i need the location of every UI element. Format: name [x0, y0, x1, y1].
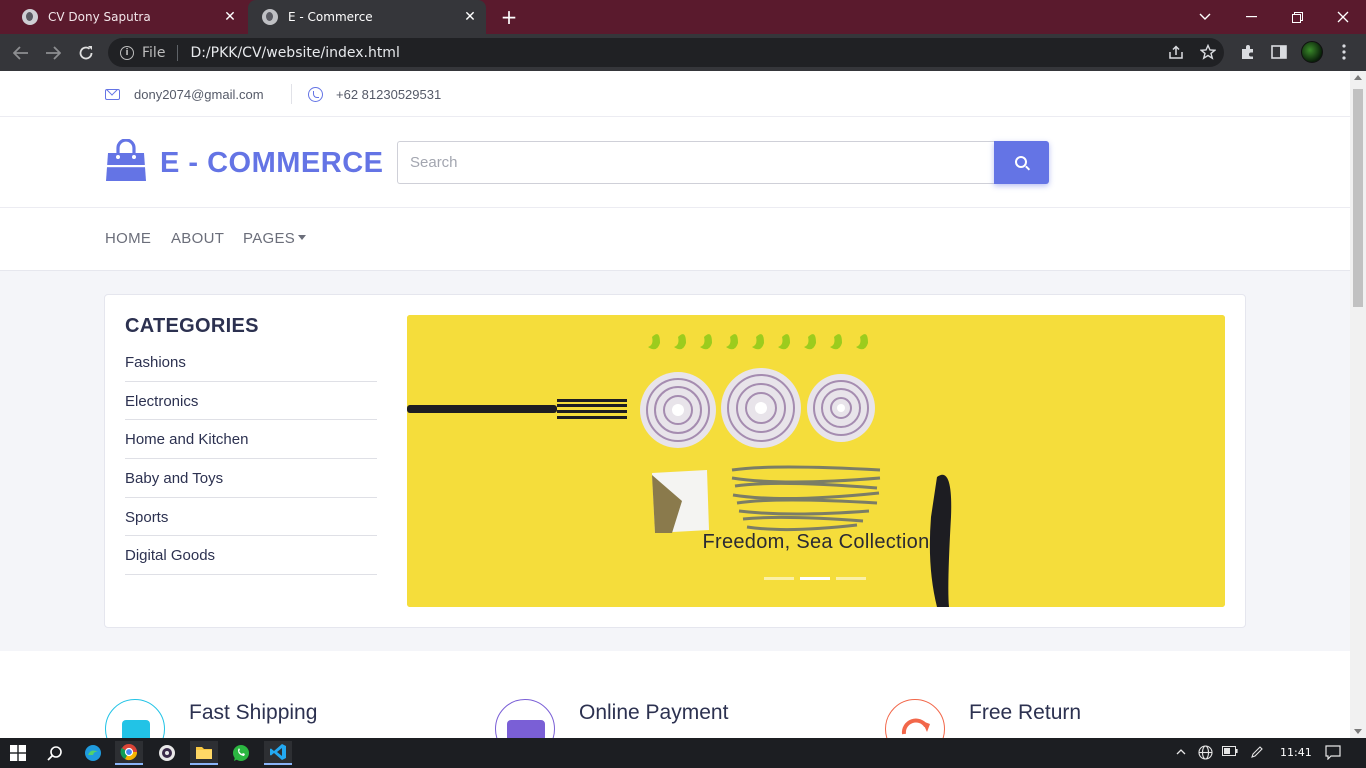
- scroll-down-arrow-icon[interactable]: [1354, 729, 1362, 734]
- reload-icon[interactable]: [73, 40, 99, 66]
- search-button[interactable]: [994, 141, 1049, 184]
- search-input[interactable]: [397, 141, 995, 184]
- phone-text: +62 81230529531: [336, 86, 442, 102]
- truck-icon: [122, 720, 150, 738]
- features-section: Fast Shipping Online Payment Free Return: [0, 651, 1350, 738]
- globe-icon: [262, 9, 278, 25]
- pen-icon[interactable]: [1250, 745, 1264, 762]
- extensions-puzzle-icon[interactable]: [1237, 41, 1259, 63]
- categories-title: CATEGORIES: [125, 315, 259, 337]
- site-header: E - COMMERCE: [0, 117, 1350, 208]
- email-text: dony2074@gmail.com: [134, 86, 264, 102]
- carousel-indicator[interactable]: [836, 577, 866, 580]
- scroll-thumb[interactable]: [1353, 89, 1363, 307]
- file-explorer-icon[interactable]: [190, 741, 218, 765]
- info-icon[interactable]: i: [120, 45, 134, 60]
- windows-start-icon[interactable]: [4, 741, 32, 765]
- tab-close-icon[interactable]: ✕: [220, 7, 240, 27]
- forward-arrow-icon[interactable]: [40, 40, 66, 66]
- category-item[interactable]: Home and Kitchen: [125, 420, 377, 460]
- caret-down-icon: [298, 235, 307, 240]
- category-item[interactable]: Digital Goods: [125, 536, 377, 576]
- feature-icon-circle: [885, 699, 945, 738]
- globe-network-icon[interactable]: [1198, 745, 1213, 763]
- search-icon[interactable]: [41, 741, 69, 765]
- feature-title: Free Return: [969, 701, 1082, 724]
- search-icon: [1014, 155, 1027, 168]
- category-item[interactable]: Fashions: [125, 343, 377, 382]
- main-navigation: HOME ABOUT PAGES: [0, 208, 1350, 271]
- side-panel-icon[interactable]: [1268, 41, 1290, 63]
- carousel-indicators: [764, 577, 866, 580]
- carousel-caption: Freedom, Sea Collection: [702, 531, 930, 553]
- category-item[interactable]: Baby and Toys: [125, 459, 377, 498]
- feature-title: Online Payment: [579, 701, 729, 724]
- category-item[interactable]: Electronics: [125, 382, 377, 421]
- new-tab-button[interactable]: +: [496, 6, 522, 28]
- whatsapp-taskbar-icon[interactable]: [227, 741, 255, 765]
- email-contact[interactable]: dony2074@gmail.com: [105, 85, 264, 103]
- top-info-bar: dony2074@gmail.com +62 81230529531: [0, 71, 1350, 117]
- carousel-indicator[interactable]: [800, 577, 830, 580]
- site-logo-text[interactable]: E - COMMERCE: [160, 147, 384, 180]
- hero-card: CATEGORIES Fashions Electronics Home and…: [104, 294, 1246, 628]
- minimize-button[interactable]: [1228, 0, 1274, 34]
- chevron-up-icon[interactable]: [1176, 745, 1186, 759]
- windows-taskbar: 11:41: [0, 738, 1366, 768]
- browser-tab-strip: CV Dony Saputra ✕ E - Commerce ✕ +: [0, 0, 1366, 34]
- carousel-slide-image: [407, 315, 1225, 607]
- tab-title: CV Dony Saputra: [48, 10, 151, 24]
- url-text[interactable]: D:/PKK/CV/website/index.html: [190, 45, 399, 61]
- tab-close-icon[interactable]: ✕: [460, 7, 480, 27]
- page-scrollbar[interactable]: [1350, 71, 1366, 738]
- globe-icon: [22, 9, 38, 25]
- nav-home[interactable]: HOME: [105, 230, 151, 247]
- scroll-up-arrow-icon[interactable]: [1354, 75, 1362, 80]
- whatsapp-icon: [308, 86, 323, 102]
- divider: [291, 84, 292, 104]
- share-icon[interactable]: [1165, 41, 1187, 63]
- nav-pages[interactable]: PAGES: [243, 230, 307, 247]
- chrome-icon[interactable]: [115, 741, 143, 765]
- shopping-bag-icon: [106, 139, 146, 181]
- refresh-icon: [901, 718, 930, 735]
- close-window-button[interactable]: [1320, 0, 1366, 34]
- hero-carousel[interactable]: Freedom, Sea Collection: [407, 315, 1225, 607]
- address-toolbar: i File D:/PKK/CV/website/index.html: [0, 34, 1366, 71]
- feature-icon-circle: [495, 699, 555, 738]
- url-scheme: File: [142, 44, 166, 61]
- credit-card-icon: [507, 720, 545, 738]
- omnibox-divider: [177, 44, 179, 61]
- omnibox[interactable]: i File D:/PKK/CV/website/index.html: [108, 38, 1224, 67]
- obs-icon[interactable]: [153, 741, 181, 765]
- kebab-menu-icon[interactable]: [1333, 41, 1355, 63]
- category-item[interactable]: Sports: [125, 498, 377, 537]
- page-viewport: dony2074@gmail.com +62 81230529531 E - C…: [0, 71, 1350, 738]
- taskbar-clock[interactable]: 11:41: [1280, 746, 1312, 759]
- carousel-indicator[interactable]: [764, 577, 794, 580]
- profile-avatar[interactable]: [1301, 41, 1323, 63]
- categories-list: Fashions Electronics Home and Kitchen Ba…: [125, 343, 377, 576]
- envelope-icon: [105, 88, 120, 100]
- edge-icon[interactable]: [79, 741, 107, 765]
- feature-icon-circle: [105, 699, 165, 738]
- tab-title: E - Commerce: [288, 10, 373, 24]
- nav-pages-label: PAGES: [243, 230, 296, 247]
- feature-title: Fast Shipping: [189, 701, 318, 724]
- tab-search-icon[interactable]: [1182, 0, 1228, 34]
- restore-button[interactable]: [1274, 0, 1320, 34]
- back-arrow-icon[interactable]: [8, 40, 34, 66]
- phone-contact[interactable]: +62 81230529531: [308, 85, 441, 103]
- nav-about[interactable]: ABOUT: [171, 230, 224, 247]
- vscode-icon[interactable]: [264, 741, 292, 765]
- browser-tab-cv[interactable]: CV Dony Saputra ✕: [8, 0, 246, 34]
- notifications-icon[interactable]: [1325, 745, 1341, 763]
- browser-tab-ecommerce[interactable]: E - Commerce ✕: [248, 0, 486, 34]
- battery-icon[interactable]: [1222, 745, 1238, 759]
- bookmark-star-icon[interactable]: [1197, 41, 1219, 63]
